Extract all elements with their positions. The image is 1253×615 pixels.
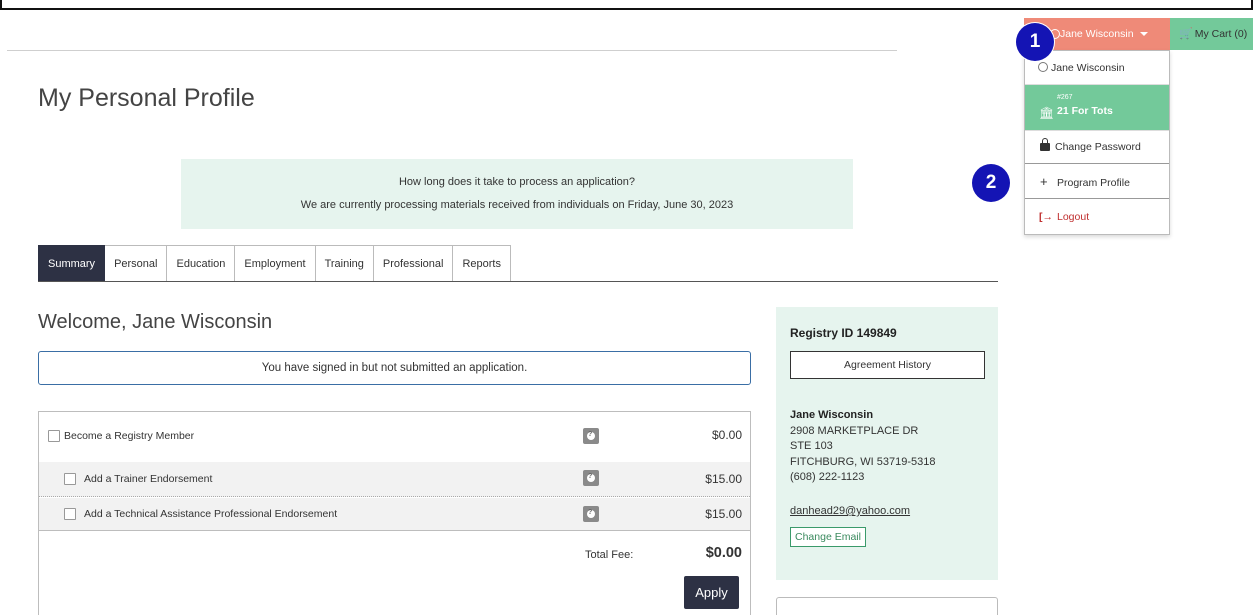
application-status-message: You have signed in but not submitted an … xyxy=(38,351,751,385)
logout-icon: [→ xyxy=(1039,211,1053,223)
registry-info-panel: Registry ID 149849 Agreement History Jan… xyxy=(776,307,998,580)
org-number: #267 xyxy=(1057,94,1073,101)
caret-down-icon xyxy=(1140,32,1149,37)
annotation-marker-1: 1 xyxy=(1016,23,1054,61)
menu-item-organization[interactable]: 🏛 #267 21 For Tots xyxy=(1025,85,1169,131)
fee-selection-panel: Become a Registry Member $0.00 Add a Tra… xyxy=(38,411,751,615)
fee-row-ta-professional-endorsement: Add a Technical Assistance Professional … xyxy=(39,498,750,531)
secondary-side-panel xyxy=(776,597,998,615)
menu-item-logout[interactable]: [→ Logout xyxy=(1025,200,1169,234)
apply-button[interactable]: Apply xyxy=(684,576,739,609)
top-frame xyxy=(0,0,1253,10)
fee-label: Add a Trainer Endorsement xyxy=(84,473,213,485)
tab-summary[interactable]: Summary xyxy=(38,245,106,282)
annotation-marker-2: 2 xyxy=(972,164,1010,202)
help-icon[interactable] xyxy=(583,470,599,486)
user-dropdown-menu: Jane Wisconsin 🏛 #267 21 For Tots Change… xyxy=(1024,50,1170,235)
address-line: STE 103 xyxy=(790,440,833,452)
tabs-divider xyxy=(38,281,998,282)
menu-item-change-password[interactable]: Change Password xyxy=(1025,131,1169,164)
notice-question: How long does it take to process an appl… xyxy=(398,176,636,188)
plus-icon: + xyxy=(1040,174,1048,189)
phone-number: (608) 222-1123 xyxy=(790,471,865,483)
menu-item-change-password-label: Change Password xyxy=(1055,141,1141,153)
registry-member-checkbox[interactable] xyxy=(48,430,60,442)
tab-reports[interactable]: Reports xyxy=(453,245,511,282)
address-line: FITCHBURG, WI 53719-5318 xyxy=(790,455,936,468)
agreement-history-button[interactable]: Agreement History xyxy=(790,351,985,379)
profile-tabs: Summary Personal Education Employment Tr… xyxy=(38,245,511,282)
trainer-endorsement-checkbox[interactable] xyxy=(64,473,76,485)
menu-item-program-profile[interactable]: + Program Profile xyxy=(1025,165,1169,199)
bank-icon: 🏛 xyxy=(1039,106,1055,120)
email-link[interactable]: danhead29@yahoo.com xyxy=(790,505,910,517)
contact-name: Jane Wisconsin xyxy=(790,409,874,421)
fee-label: Add a Technical Assistance Professional … xyxy=(84,508,338,520)
org-name: 21 For Tots xyxy=(1057,105,1113,117)
contact-address: Jane Wisconsin 2908 MARKETPLACE DR STE 1… xyxy=(790,408,936,486)
header-divider xyxy=(7,50,897,51)
registry-id: Registry ID 149849 xyxy=(790,326,897,340)
cart-label: My Cart (0) xyxy=(1194,28,1248,40)
fee-amount: $15.00 xyxy=(705,507,742,521)
menu-item-profile-label: Jane Wisconsin xyxy=(1051,62,1125,74)
processing-notice: How long does it take to process an appl… xyxy=(181,159,853,229)
total-fee-amount: $0.00 xyxy=(705,545,742,561)
tab-professional[interactable]: Professional xyxy=(373,245,454,282)
tab-employment[interactable]: Employment xyxy=(235,245,316,282)
fee-row-trainer-endorsement: Add a Trainer Endorsement $15.00 xyxy=(39,462,750,497)
user-circle-icon xyxy=(1038,62,1048,72)
fee-label: Become a Registry Member xyxy=(64,430,195,442)
ta-professional-endorsement-checkbox[interactable] xyxy=(64,508,76,520)
total-fee-label: Total Fee: xyxy=(585,549,634,561)
notice-answer: We are currently processing materials re… xyxy=(300,199,734,211)
menu-item-program-profile-label: Program Profile xyxy=(1057,177,1130,189)
welcome-heading: Welcome, Jane Wisconsin xyxy=(38,311,273,333)
tab-training[interactable]: Training xyxy=(315,245,374,282)
menu-item-logout-label: Logout xyxy=(1057,211,1090,223)
tab-education[interactable]: Education xyxy=(167,245,236,282)
lock-icon xyxy=(1040,138,1050,151)
help-icon[interactable] xyxy=(583,428,599,444)
tab-personal[interactable]: Personal xyxy=(105,245,168,282)
address-line: 2908 MARKETPLACE DR xyxy=(790,424,919,437)
fee-row-registry-member: Become a Registry Member $0.00 xyxy=(39,422,750,452)
fee-amount: $15.00 xyxy=(705,472,742,486)
fee-amount: $0.00 xyxy=(711,428,742,442)
help-icon[interactable] xyxy=(583,506,599,522)
user-menu-name: Jane Wisconsin xyxy=(1060,28,1134,40)
cart-button[interactable]: 🛒 My Cart (0) xyxy=(1170,18,1253,50)
cart-icon: 🛒 xyxy=(1179,28,1193,40)
change-email-button[interactable]: Change Email xyxy=(790,527,866,547)
page-title: My Personal Profile xyxy=(38,84,255,112)
